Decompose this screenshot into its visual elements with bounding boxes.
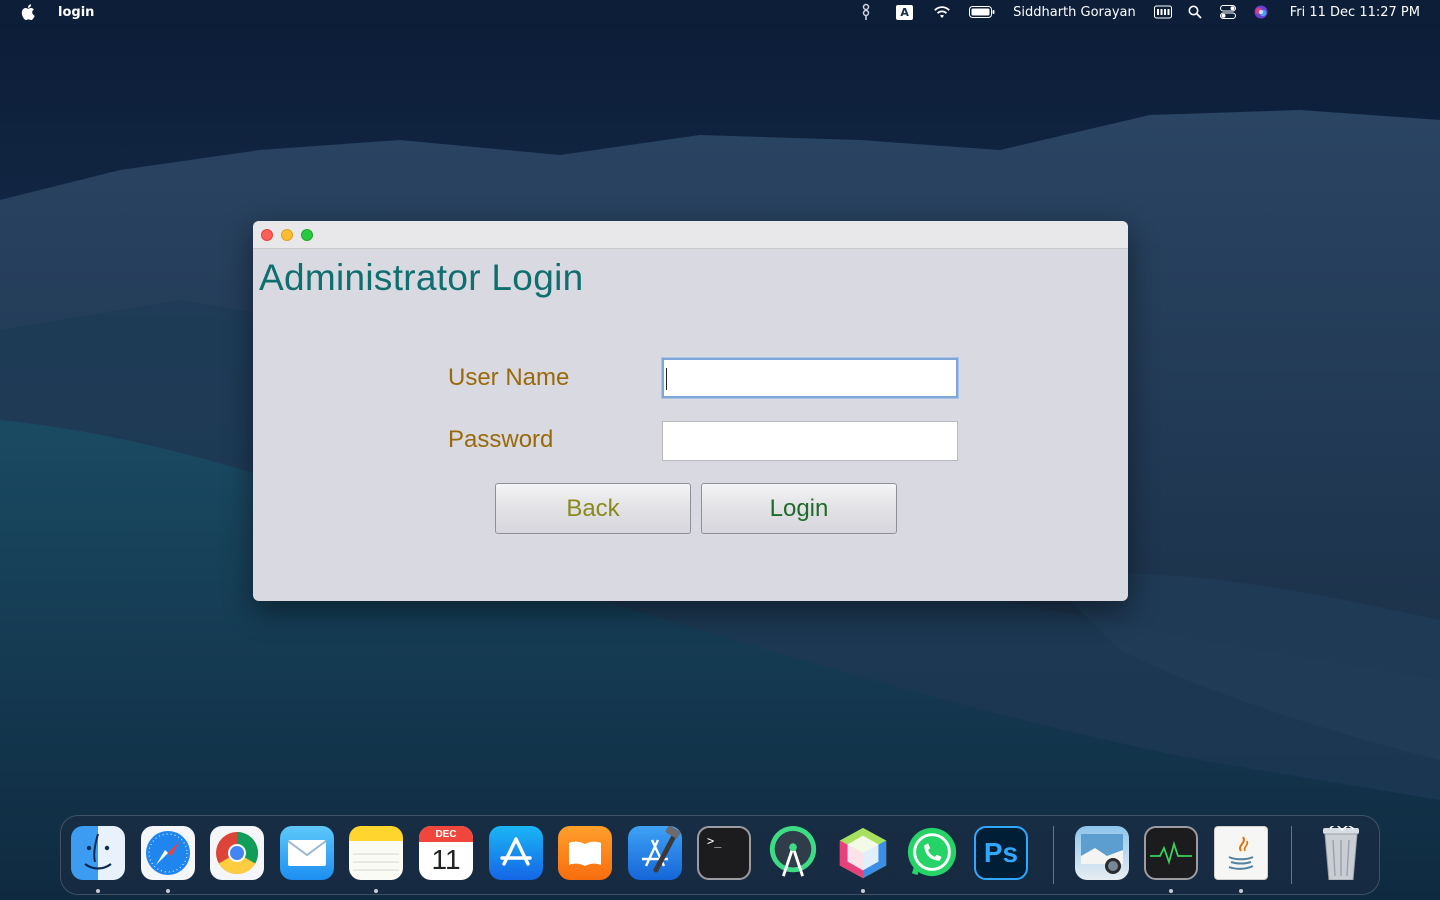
status-menus: A Siddharth Gorayan Fri 11 Dec 11:27 PM (858, 0, 1440, 24)
apple-icon[interactable] (20, 3, 36, 21)
siri-icon[interactable] (1254, 0, 1268, 24)
notes-icon[interactable] (349, 826, 403, 880)
input-source-label: A (896, 4, 914, 20)
menu-bar: login A Siddharth Gorayan Fri 11 Dec 11:… (0, 0, 1440, 24)
back-button[interactable]: Back (495, 483, 691, 534)
java-icon[interactable] (1214, 826, 1268, 880)
input-source-icon[interactable]: A (896, 0, 914, 24)
running-indicator (1169, 889, 1173, 893)
running-indicator (1239, 889, 1243, 893)
spotlight-icon[interactable] (1188, 0, 1202, 24)
netbeans-icon[interactable] (836, 826, 890, 880)
books-icon[interactable] (558, 826, 612, 880)
zoom-window-button[interactable] (301, 229, 313, 241)
control-center-icon[interactable] (1219, 0, 1236, 24)
chrome-icon[interactable] (210, 826, 264, 880)
tag-icon[interactable] (858, 0, 874, 24)
photoshop-label: Ps (983, 837, 1019, 868)
user-name[interactable]: Siddharth Gorayan (1013, 5, 1136, 20)
whatsapp-icon[interactable] (905, 826, 959, 880)
username-field[interactable] (662, 358, 958, 398)
photoshop-icon[interactable]: Ps (974, 826, 1028, 880)
username-label: User Name (448, 364, 570, 391)
battery-icon[interactable] (969, 0, 995, 24)
app-menu-name[interactable]: login (58, 5, 94, 20)
preview-icon[interactable] (1075, 826, 1129, 880)
dock-separator (1291, 826, 1292, 884)
dock: DEC 11 >_ Ps (60, 815, 1380, 895)
xcode-icon[interactable] (628, 826, 682, 880)
terminal-icon[interactable]: >_ (697, 826, 751, 880)
keyboard-viewer-icon[interactable] (1153, 0, 1172, 24)
running-indicator (166, 889, 170, 893)
text-caret (666, 368, 667, 390)
password-label: Password (448, 426, 554, 453)
running-indicator (861, 889, 865, 893)
password-field[interactable] (662, 421, 958, 461)
calendar-month: DEC (419, 826, 473, 842)
wifi-icon[interactable] (933, 0, 951, 24)
safari-icon[interactable] (141, 826, 195, 880)
mail-icon[interactable] (280, 826, 334, 880)
dock-separator (1053, 826, 1054, 884)
close-window-button[interactable] (261, 229, 273, 241)
android-studio-icon[interactable] (766, 826, 820, 880)
activity-monitor-icon[interactable] (1144, 826, 1198, 880)
login-button[interactable]: Login (701, 483, 897, 534)
running-indicator (374, 889, 378, 893)
calendar-day: 11 (431, 844, 461, 875)
window-titlebar[interactable] (253, 221, 1128, 249)
page-title: Administrator Login (259, 257, 584, 298)
finder-icon[interactable] (71, 826, 125, 880)
minimize-window-button[interactable] (281, 229, 293, 241)
menu-bar-clock[interactable]: Fri 11 Dec 11:27 PM (1290, 5, 1420, 20)
trash-icon[interactable] (1314, 826, 1368, 880)
login-window: Administrator Login User Name Password B… (253, 221, 1128, 601)
running-indicator (96, 889, 100, 893)
app-store-icon[interactable] (489, 826, 543, 880)
calendar-icon[interactable]: DEC 11 (419, 826, 473, 880)
